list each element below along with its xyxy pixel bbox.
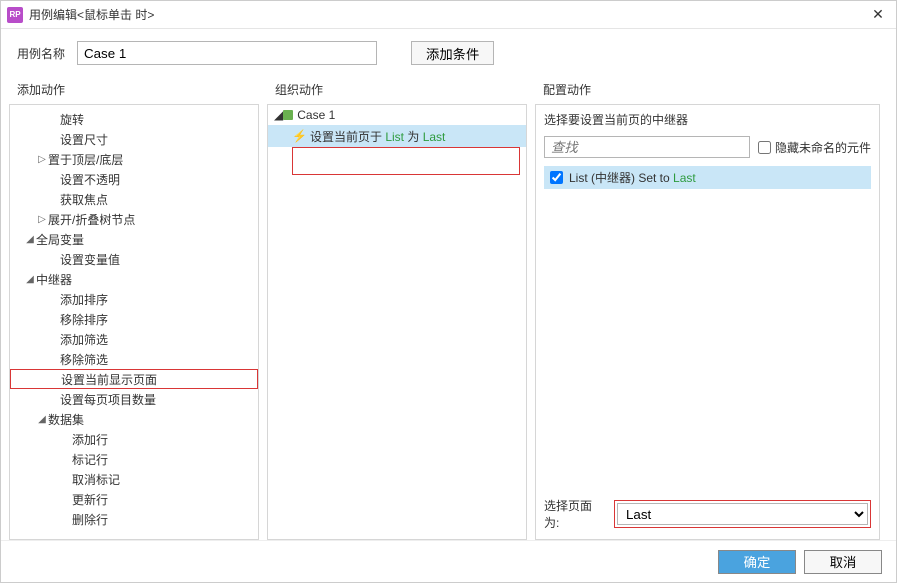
configure-heading: 选择要设置当前页的中继器 [536,105,879,132]
case-label: Case 1 [297,108,335,122]
tree-item[interactable]: 移除排序 [10,309,258,329]
tree-item-label: 添加行 [72,431,108,448]
repeater-list: List (中继器) Set to Last [536,162,879,193]
window-title: 用例编辑<鼠标单击 时> [29,6,866,23]
page-select-dropdown[interactable]: Last [617,503,868,525]
page-select-row: 选择页面为: Last [536,489,879,539]
case-name-row: 用例名称 添加条件 [1,29,896,77]
tree-item[interactable]: 获取焦点 [10,189,258,209]
caret-icon: ▷ [36,214,48,225]
tree-item-label: 设置每页项目数量 [60,391,156,408]
tree-item-label: 取消标记 [72,471,120,488]
dialog-footer: 确定 取消 [1,540,896,582]
bolt-icon: ⚡ [292,129,306,143]
tree-item[interactable]: ◢全局变量 [10,229,258,249]
highlight-box [292,147,520,175]
tree-item-label: 数据集 [48,411,84,428]
configure-action-column: 配置动作 选择要设置当前页的中继器 隐藏未命名的元件 [531,77,884,540]
tree-item-label: 标记行 [72,451,108,468]
case-name-input[interactable] [77,41,377,65]
search-input[interactable] [544,136,750,158]
tree-item[interactable]: 添加筛选 [10,329,258,349]
titlebar: RP 用例编辑<鼠标单击 时> ✕ [1,1,896,29]
hide-unnamed-toggle[interactable]: 隐藏未命名的元件 [758,139,871,156]
page-select-highlight: Last [614,500,871,528]
tree-item[interactable]: 旋转 [10,109,258,129]
repeater-item-label: List (中继器) Set to Last [569,169,696,186]
tree-item[interactable]: ◢中继器 [10,269,258,289]
add-action-column: 添加动作 旋转设置尺寸▷置于顶层/底层设置不透明获取焦点▷展开/折叠树节点◢全局… [5,77,263,540]
app-icon: RP [7,7,23,23]
tree-item-label: 全局变量 [36,231,84,248]
caret-icon: ◢ [36,414,48,425]
tree-item-label: 设置变量值 [60,251,120,268]
tree-item-label: 添加排序 [60,291,108,308]
close-icon[interactable]: ✕ [866,6,890,23]
tree-item[interactable]: 设置每页项目数量 [10,389,258,409]
tree-item[interactable]: 取消标记 [10,469,258,489]
repeater-checkbox[interactable] [550,171,563,184]
tree-item[interactable]: ◢数据集 [10,409,258,429]
action-tree: 旋转设置尺寸▷置于顶层/底层设置不透明获取焦点▷展开/折叠树节点◢全局变量设置变… [9,104,259,540]
organize-action-column: 组织动作 ◢ Case 1 ⚡ 设置当前页于 List 为 Last [263,77,531,540]
case-row[interactable]: ◢ Case 1 [268,105,526,125]
add-condition-button[interactable]: 添加条件 [411,41,494,65]
tree-item[interactable]: 删除行 [10,509,258,529]
action-text: 设置当前页于 List 为 Last [310,128,445,145]
ok-button[interactable]: 确定 [718,550,796,574]
tree-item[interactable]: 添加排序 [10,289,258,309]
tree-item-label: 删除行 [72,511,108,528]
cancel-button[interactable]: 取消 [804,550,882,574]
case-name-label: 用例名称 [17,45,67,62]
caret-icon: ◢ [24,274,36,285]
tree-item[interactable]: 移除筛选 [10,349,258,369]
configure-search-row: 隐藏未命名的元件 [536,132,879,162]
repeater-item[interactable]: List (中继器) Set to Last [544,166,871,189]
organize-action-header: 组织动作 [263,77,531,104]
tree-item-label: 设置尺寸 [60,131,108,148]
tree-item-label: 设置当前显示页面 [61,371,157,388]
tree-item[interactable]: 标记行 [10,449,258,469]
action-row[interactable]: ⚡ 设置当前页于 List 为 Last [268,125,526,147]
page-select-label: 选择页面为: [544,497,606,531]
tree-item-label: 展开/折叠树节点 [48,211,135,228]
case-editor-window: RP 用例编辑<鼠标单击 时> ✕ 用例名称 添加条件 添加动作 旋转设置尺寸▷… [0,0,897,583]
tree-item-label: 添加筛选 [60,331,108,348]
tree-item[interactable]: 添加行 [10,429,258,449]
caret-icon: ▷ [36,154,48,165]
columns: 添加动作 旋转设置尺寸▷置于顶层/底层设置不透明获取焦点▷展开/折叠树节点◢全局… [1,77,896,540]
tree-item-label: 置于顶层/底层 [48,151,123,168]
tree-item-label: 获取焦点 [60,191,108,208]
caret-icon: ◢ [24,234,36,245]
tree-item-label: 更新行 [72,491,108,508]
tree-item[interactable]: 设置不透明 [10,169,258,189]
tree-item[interactable]: 设置当前显示页面 [10,369,258,389]
caret-icon: ◢ [274,108,283,122]
tree-item-label: 中继器 [36,271,72,288]
tree-item[interactable]: 设置变量值 [10,249,258,269]
add-action-header: 添加动作 [5,77,263,104]
tree-item-label: 移除排序 [60,311,108,328]
organize-list: ◢ Case 1 ⚡ 设置当前页于 List 为 Last [267,104,527,540]
tree-item[interactable]: 设置尺寸 [10,129,258,149]
hide-unnamed-checkbox[interactable] [758,141,771,154]
tree-item-label: 移除筛选 [60,351,108,368]
configure-action-header: 配置动作 [531,77,884,104]
tree-item[interactable]: 更新行 [10,489,258,509]
hide-unnamed-label: 隐藏未命名的元件 [775,139,871,156]
configure-body: 选择要设置当前页的中继器 隐藏未命名的元件 [535,104,880,540]
tree-item-label: 旋转 [60,111,84,128]
tree-item[interactable]: ▷展开/折叠树节点 [10,209,258,229]
case-icon [283,110,293,120]
tree-item-label: 设置不透明 [60,171,120,188]
tree-item[interactable]: ▷置于顶层/底层 [10,149,258,169]
